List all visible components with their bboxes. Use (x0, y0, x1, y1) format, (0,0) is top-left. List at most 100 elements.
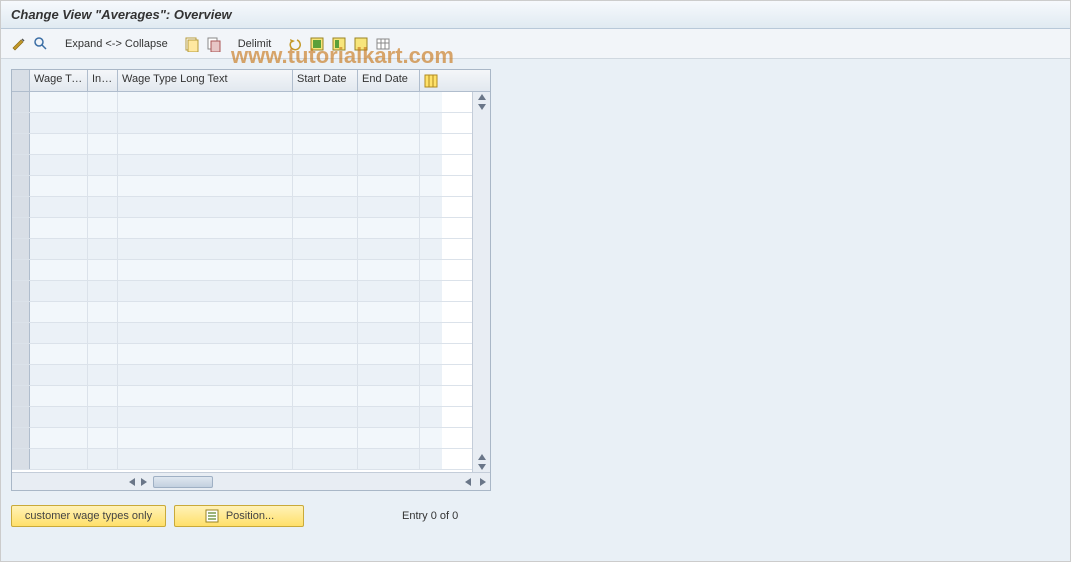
row-selector[interactable] (12, 92, 30, 112)
table-row[interactable] (12, 386, 472, 407)
cell-infotype[interactable] (88, 218, 118, 238)
cell-long-text[interactable] (118, 134, 293, 154)
row-selector[interactable] (12, 323, 30, 343)
position-button[interactable]: Position... (174, 505, 304, 527)
cell-infotype[interactable] (88, 197, 118, 217)
cell-long-text[interactable] (118, 92, 293, 112)
cell-end-date[interactable] (358, 134, 420, 154)
row-selector[interactable] (12, 155, 30, 175)
cell-wage-type[interactable] (30, 176, 88, 196)
cell-end-date[interactable] (358, 323, 420, 343)
cell-wage-type[interactable] (30, 260, 88, 280)
table-row[interactable] (12, 344, 472, 365)
table-row[interactable] (12, 365, 472, 386)
table-settings-icon[interactable] (373, 34, 393, 54)
expand-collapse-button[interactable]: Expand <-> Collapse (59, 38, 174, 50)
row-selector[interactable] (12, 428, 30, 448)
cell-start-date[interactable] (293, 239, 358, 259)
cell-wage-type[interactable] (30, 386, 88, 406)
row-selector[interactable] (12, 344, 30, 364)
cell-long-text[interactable] (118, 386, 293, 406)
cell-start-date[interactable] (293, 155, 358, 175)
row-selector[interactable] (12, 134, 30, 154)
customer-wage-types-button[interactable]: customer wage types only (11, 505, 166, 527)
table-row[interactable] (12, 302, 472, 323)
cell-wage-type[interactable] (30, 428, 88, 448)
cell-wage-type[interactable] (30, 113, 88, 133)
cell-end-date[interactable] (358, 218, 420, 238)
table-row[interactable] (12, 260, 472, 281)
cell-wage-type[interactable] (30, 323, 88, 343)
cell-wage-type[interactable] (30, 365, 88, 385)
table-row[interactable] (12, 218, 472, 239)
select-block-icon[interactable] (329, 34, 349, 54)
cell-infotype[interactable] (88, 365, 118, 385)
undo-icon[interactable] (285, 34, 305, 54)
row-selector[interactable] (12, 281, 30, 301)
cell-long-text[interactable] (118, 218, 293, 238)
cell-end-date[interactable] (358, 428, 420, 448)
cell-end-date[interactable] (358, 155, 420, 175)
scroll-left-icon[interactable] (129, 478, 135, 486)
cell-infotype[interactable] (88, 176, 118, 196)
cell-wage-type[interactable] (30, 92, 88, 112)
cell-wage-type[interactable] (30, 302, 88, 322)
cell-long-text[interactable] (118, 260, 293, 280)
col-infotype[interactable]: Inf... (88, 70, 118, 91)
cell-long-text[interactable] (118, 449, 293, 469)
cell-end-date[interactable] (358, 281, 420, 301)
cell-start-date[interactable] (293, 218, 358, 238)
cell-infotype[interactable] (88, 281, 118, 301)
table-row[interactable] (12, 113, 472, 134)
cell-infotype[interactable] (88, 134, 118, 154)
cell-infotype[interactable] (88, 344, 118, 364)
new-entries-icon[interactable] (182, 34, 202, 54)
table-row[interactable] (12, 407, 472, 428)
cell-end-date[interactable] (358, 386, 420, 406)
cell-end-date[interactable] (358, 260, 420, 280)
cell-end-date[interactable] (358, 239, 420, 259)
cell-wage-type[interactable] (30, 344, 88, 364)
cell-wage-type[interactable] (30, 134, 88, 154)
table-row[interactable] (12, 134, 472, 155)
cell-infotype[interactable] (88, 92, 118, 112)
cell-infotype[interactable] (88, 449, 118, 469)
cell-long-text[interactable] (118, 302, 293, 322)
deselect-all-icon[interactable] (351, 34, 371, 54)
cell-start-date[interactable] (293, 365, 358, 385)
cell-wage-type[interactable] (30, 197, 88, 217)
cell-end-date[interactable] (358, 344, 420, 364)
cell-long-text[interactable] (118, 239, 293, 259)
row-selector[interactable] (12, 407, 30, 427)
cell-start-date[interactable] (293, 134, 358, 154)
row-selector[interactable] (12, 302, 30, 322)
cell-wage-type[interactable] (30, 407, 88, 427)
cell-end-date[interactable] (358, 176, 420, 196)
cell-long-text[interactable] (118, 344, 293, 364)
cell-end-date[interactable] (358, 365, 420, 385)
cell-end-date[interactable] (358, 92, 420, 112)
cell-end-date[interactable] (358, 197, 420, 217)
row-selector[interactable] (12, 449, 30, 469)
cell-end-date[interactable] (358, 302, 420, 322)
cell-start-date[interactable] (293, 449, 358, 469)
cell-start-date[interactable] (293, 386, 358, 406)
cell-start-date[interactable] (293, 323, 358, 343)
cell-end-date[interactable] (358, 113, 420, 133)
table-row[interactable] (12, 92, 472, 113)
cell-start-date[interactable] (293, 113, 358, 133)
col-wage-type-long-text[interactable]: Wage Type Long Text (118, 70, 293, 91)
table-row[interactable] (12, 281, 472, 302)
cell-start-date[interactable] (293, 197, 358, 217)
cell-wage-type[interactable] (30, 281, 88, 301)
copy-icon[interactable] (204, 34, 224, 54)
row-selector[interactable] (12, 176, 30, 196)
table-row[interactable] (12, 323, 472, 344)
scroll-up-icon[interactable] (478, 94, 486, 100)
row-selector[interactable] (12, 365, 30, 385)
col-wage-type[interactable]: Wage Ty... (30, 70, 88, 91)
cell-long-text[interactable] (118, 323, 293, 343)
row-selector[interactable] (12, 239, 30, 259)
cell-wage-type[interactable] (30, 449, 88, 469)
scroll-right-end-icon[interactable] (480, 478, 486, 486)
